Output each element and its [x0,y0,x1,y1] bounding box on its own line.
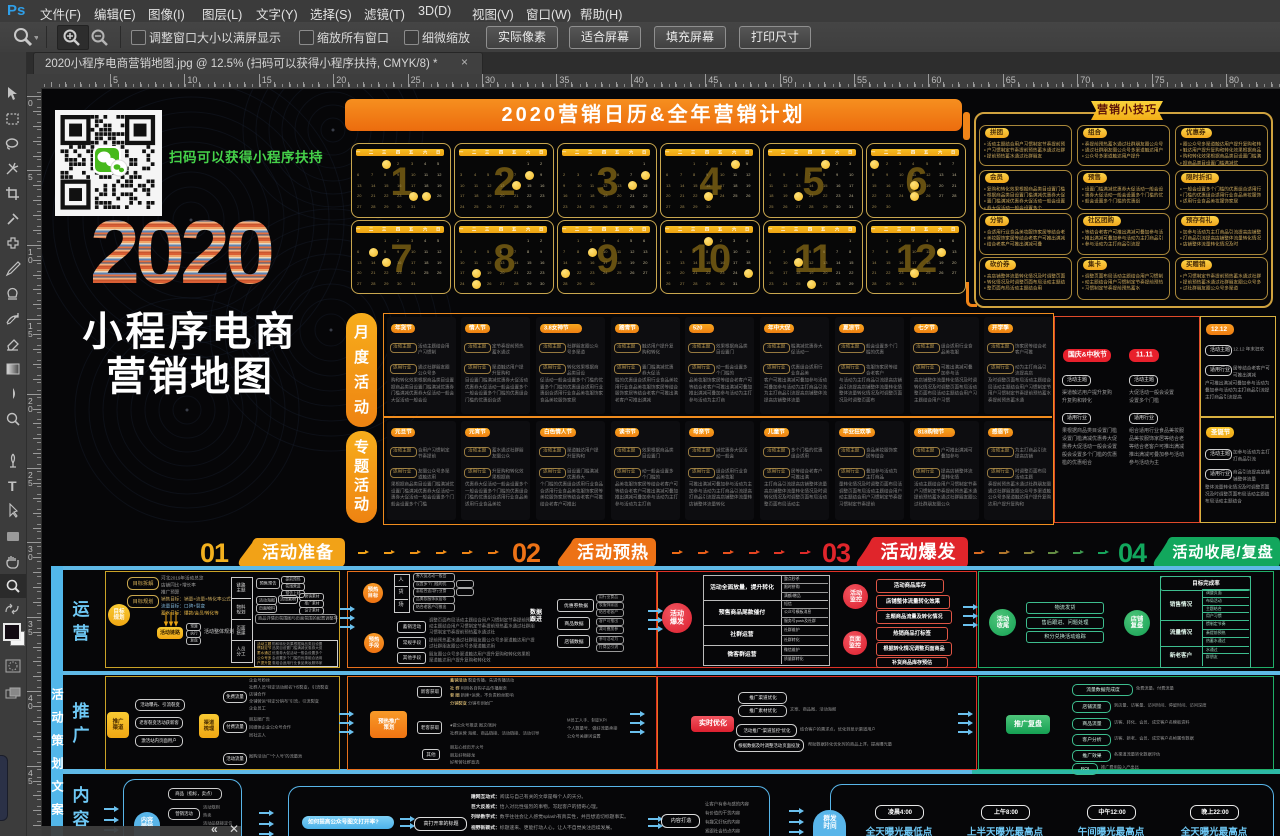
svg-text:T: T [8,478,17,494]
